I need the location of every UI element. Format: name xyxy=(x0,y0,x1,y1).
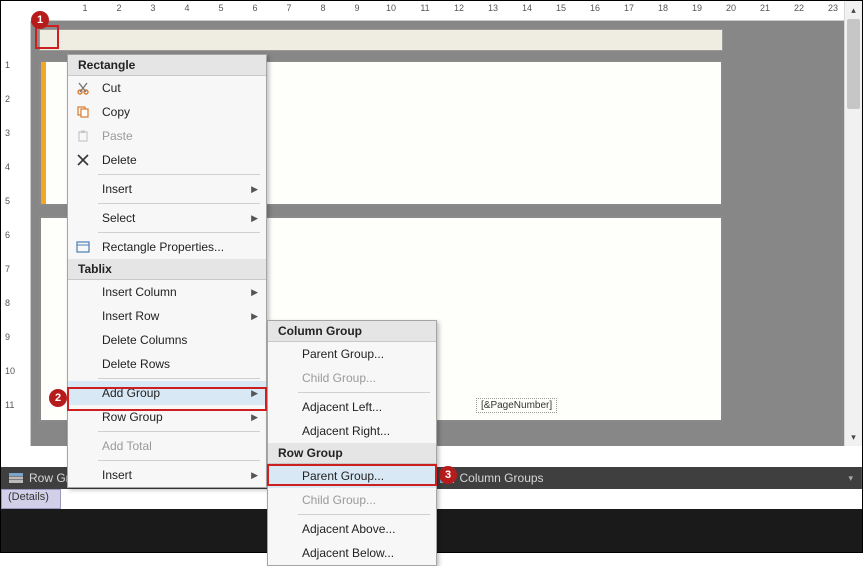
menu-separator xyxy=(98,203,260,204)
menu-separator xyxy=(98,174,260,175)
submenu-child-group-col: Child Group... xyxy=(268,366,436,390)
column-groups-label: Column Groups xyxy=(460,471,544,485)
submenu-header-column-group: Column Group xyxy=(268,321,436,342)
submenu-arrow-icon: ▶ xyxy=(251,470,258,481)
callout-badge-2: 2 xyxy=(49,389,67,407)
context-submenu-addgroup: Column Group Parent Group... Child Group… xyxy=(267,320,437,566)
callout-badge-3: 3 xyxy=(439,466,457,484)
ruler-vertical: 1234567891011 xyxy=(1,21,31,446)
context-menu-main: Rectangle Cut Copy Paste Delete Insert ▶… xyxy=(67,54,267,488)
submenu-arrow-icon: ▶ xyxy=(251,311,258,322)
callout-badge-1: 1 xyxy=(31,11,49,29)
properties-icon xyxy=(72,239,94,255)
menu-insert-2[interactable]: Insert ▶ xyxy=(68,463,266,487)
copy-icon xyxy=(72,104,94,120)
menu-header-tablix: Tablix xyxy=(68,259,266,280)
menu-copy[interactable]: Copy xyxy=(68,100,266,124)
submenu-adjacent-above[interactable]: Adjacent Above... xyxy=(268,517,436,541)
menu-delete-rows[interactable]: Delete Rows xyxy=(68,352,266,376)
cut-icon xyxy=(72,80,94,96)
menu-separator xyxy=(98,378,260,379)
menu-separator xyxy=(298,514,430,515)
submenu-adjacent-below[interactable]: Adjacent Below... xyxy=(268,541,436,565)
menu-insert-column[interactable]: Insert Column ▶ xyxy=(68,280,266,304)
menu-delete[interactable]: Delete xyxy=(68,148,266,172)
submenu-arrow-icon: ▶ xyxy=(251,287,258,298)
menu-header-rectangle: Rectangle xyxy=(68,55,266,76)
menu-paste: Paste xyxy=(68,124,266,148)
menu-separator xyxy=(98,431,260,432)
row-groups-icon xyxy=(9,473,23,483)
scroll-down-button[interactable]: ▾ xyxy=(845,428,862,446)
menu-insert-row[interactable]: Insert Row ▶ xyxy=(68,304,266,328)
paste-icon xyxy=(72,128,94,144)
submenu-header-row-group: Row Group xyxy=(268,443,436,464)
submenu-arrow-icon: ▶ xyxy=(251,213,258,224)
menu-separator xyxy=(98,460,260,461)
pagenum-expression[interactable]: [&PageNumber] xyxy=(476,398,557,413)
menu-separator xyxy=(298,392,430,393)
menu-delete-columns[interactable]: Delete Columns xyxy=(68,328,266,352)
ruler-horizontal: 1234567891011121314151617181920212223 xyxy=(31,1,854,21)
delete-icon xyxy=(72,152,94,168)
submenu-parent-group-col[interactable]: Parent Group... xyxy=(268,342,436,366)
selection-indicator xyxy=(41,62,46,204)
menu-insert[interactable]: Insert ▶ xyxy=(68,177,266,201)
submenu-parent-group-row[interactable]: Parent Group... xyxy=(268,464,436,488)
submenu-arrow-icon: ▶ xyxy=(251,388,258,399)
submenu-arrow-icon: ▶ xyxy=(251,184,258,195)
submenu-arrow-icon: ▶ xyxy=(251,412,258,423)
menu-cut[interactable]: Cut xyxy=(68,76,266,100)
scroll-up-button[interactable]: ▴ xyxy=(845,1,862,19)
vertical-scrollbar[interactable]: ▴ ▾ xyxy=(844,1,862,446)
menu-add-total: Add Total xyxy=(68,434,266,458)
submenu-adjacent-right[interactable]: Adjacent Right... xyxy=(268,419,436,443)
details-group-item[interactable]: (Details) xyxy=(1,489,61,509)
menu-row-group[interactable]: Row Group ▶ xyxy=(68,405,266,429)
chevron-down-icon[interactable]: ▾ xyxy=(848,473,853,484)
submenu-child-group-row: Child Group... xyxy=(268,488,436,512)
menu-select[interactable]: Select ▶ xyxy=(68,206,266,230)
submenu-adjacent-left[interactable]: Adjacent Left... xyxy=(268,395,436,419)
report-header-bar[interactable] xyxy=(39,29,723,51)
scroll-thumb[interactable] xyxy=(847,19,860,109)
menu-add-group[interactable]: Add Group ▶ xyxy=(68,381,266,405)
column-groups-pane[interactable]: Column Groups ▾ xyxy=(432,467,863,489)
menu-rectangle-properties[interactable]: Rectangle Properties... xyxy=(68,235,266,259)
menu-separator xyxy=(98,232,260,233)
